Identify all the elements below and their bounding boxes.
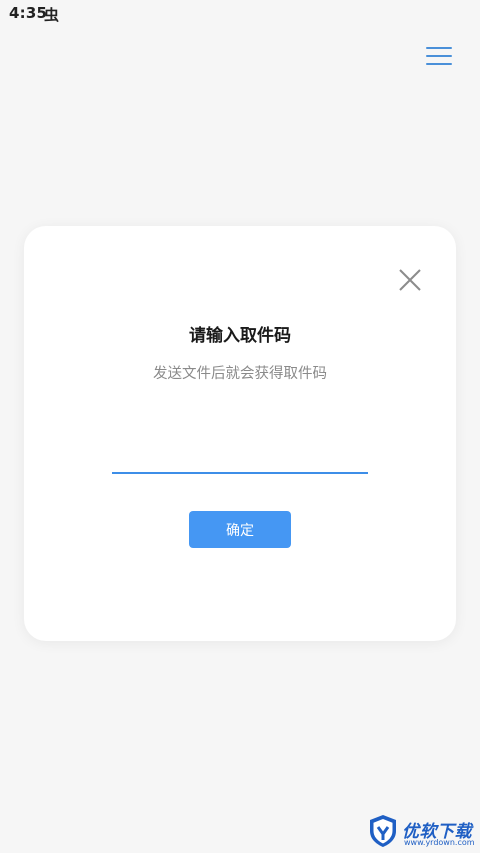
watermark-logo: 优软下载 www.yrdown.com — [368, 814, 476, 850]
close-icon — [399, 269, 421, 291]
confirm-button[interactable]: 确定 — [189, 511, 291, 548]
close-button[interactable] — [398, 268, 422, 292]
pickup-code-input[interactable] — [112, 438, 368, 474]
menu-button[interactable] — [424, 44, 454, 68]
shield-logo-icon — [370, 815, 396, 847]
status-bar: 4:35 虫 — [0, 0, 480, 28]
pickup-code-dialog: 请输入取件码 发送文件后就会获得取件码 确定 — [24, 226, 456, 641]
status-time: 4:35 — [9, 4, 48, 22]
hamburger-menu-icon — [426, 47, 452, 49]
dialog-title: 请输入取件码 — [189, 326, 291, 346]
dialog-subtitle: 发送文件后就会获得取件码 — [153, 366, 327, 382]
notification-icon: 虫 — [44, 6, 60, 24]
watermark-url: www.yrdown.com — [404, 838, 475, 847]
